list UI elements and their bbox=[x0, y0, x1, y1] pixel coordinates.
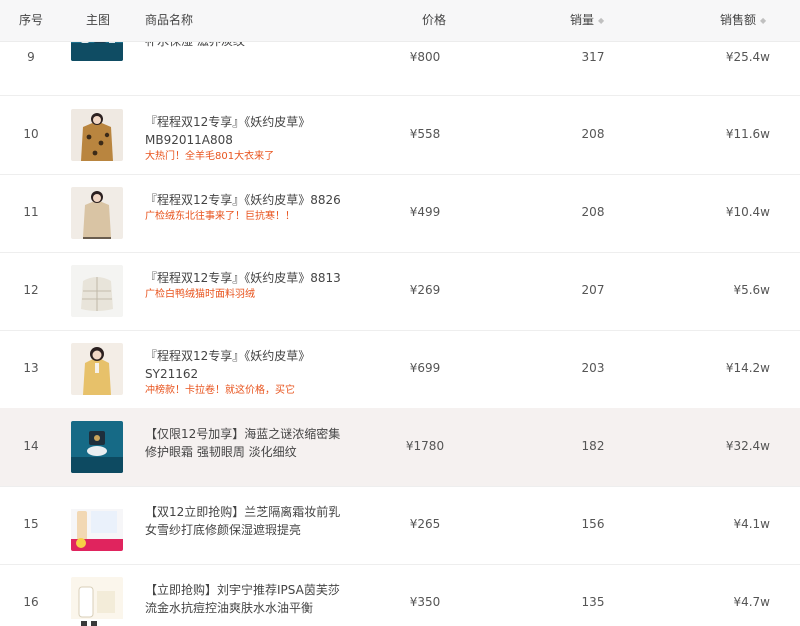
column-header-price: 价格 bbox=[422, 13, 447, 27]
product-name[interactable]: 【仅限12号加享】海蓝之谜浓缩密集修护眼霜 强韧眼周 淡化细纹 bbox=[145, 425, 350, 461]
product-revenue: ¥10.4w bbox=[725, 205, 770, 219]
product-title[interactable]: 【双12立即抢购】兰芝隔离霜妆前乳女雪纱打底修颜保湿遮瑕提亮 bbox=[145, 503, 350, 539]
product-sales: 182 bbox=[581, 439, 605, 453]
column-header-revenue-label: 销售额 bbox=[720, 13, 757, 27]
table-row[interactable]: 12 『程程双12专享』《妖约皮草》8813 广检白鸭绒猫时面料羽绒 ¥269 207 ¥… bbox=[0, 252, 800, 331]
column-header-index: 序号 bbox=[19, 13, 44, 27]
product-price: ¥499 bbox=[409, 205, 441, 219]
product-price: ¥269 bbox=[409, 283, 441, 297]
product-title[interactable]: 【立即抢购】刘宇宁推荐IPSA茵芙莎流金水抗痘控油爽肤水水油平衡 bbox=[145, 581, 350, 617]
product-sales: 208 bbox=[581, 205, 605, 219]
product-table-body: 9【仅限12号加享】海蓝之谜精华面霜 补水保湿 滋养淡纹¥800317¥25.4… bbox=[0, 0, 800, 626]
sort-icon[interactable]: ◆ bbox=[760, 16, 766, 25]
eye-cream-icon[interactable] bbox=[71, 421, 123, 473]
row-index: 12 bbox=[23, 283, 39, 297]
product-promo: 广检绒东北往事来了！巨抗寒！！ bbox=[145, 211, 295, 222]
product-sales: 207 bbox=[581, 283, 605, 297]
sort-icon[interactable]: ◆ bbox=[598, 16, 604, 25]
product-price: ¥558 bbox=[409, 127, 441, 141]
product-price: ¥350 bbox=[409, 595, 441, 609]
column-header-sales-label: 销量 bbox=[570, 13, 595, 27]
beige-coat-icon[interactable] bbox=[71, 187, 123, 239]
table-row[interactable]: 14 【仅限12号加享】海蓝之谜浓缩密集修护眼霜 强韧眼周 淡化细纹 ¥1780 18… bbox=[0, 408, 800, 487]
product-promo: 广检白鸭绒猫时面料羽绒 bbox=[145, 289, 255, 300]
column-header-revenue[interactable]: 销售额 ◆ bbox=[720, 0, 766, 41]
product-revenue: ¥4.1w bbox=[733, 517, 770, 531]
product-revenue: ¥11.6w bbox=[725, 127, 770, 141]
product-revenue: ¥4.7w bbox=[733, 595, 770, 609]
product-sales: 317 bbox=[581, 50, 605, 64]
product-title[interactable]: 【仅限12号加享】海蓝之谜浓缩密集修护眼霜 强韧眼周 淡化细纹 bbox=[145, 425, 350, 461]
white-jacket-icon[interactable] bbox=[71, 265, 123, 317]
product-title[interactable]: 『程程双12专享』《妖约皮草》8826 bbox=[145, 191, 350, 209]
product-name[interactable]: 『程程双12专享』《妖约皮草》8813 广检白鸭绒猫时面料羽绒 bbox=[145, 269, 350, 302]
product-price: ¥265 bbox=[409, 517, 441, 531]
row-index: 16 bbox=[23, 595, 39, 609]
product-title[interactable]: 『程程双12专享』《妖约皮草》MB92011A808 bbox=[145, 113, 350, 149]
product-sales: 208 bbox=[581, 127, 605, 141]
table-header: 序号 主图 商品名称 价格 销量 ◆ 销售额 ◆ bbox=[0, 0, 800, 42]
product-name[interactable]: 【立即抢购】刘宇宁推荐IPSA茵芙莎流金水抗痘控油爽肤水水油平衡 bbox=[145, 581, 350, 617]
row-index: 9 bbox=[27, 50, 35, 64]
table-row[interactable]: 10 『程程双12专享』《妖约皮草》MB92011A808 大热门！全羊毛801大衣… bbox=[0, 96, 800, 175]
table-row[interactable]: 15 【双12立即抢购】兰芝隔离霜妆前乳女雪纱打底修颜保湿遮瑕提亮 ¥265 156 ¥… bbox=[0, 486, 800, 565]
table-row[interactable]: 13 『程程双12专享』《妖约皮草》SY21162 冲榜款！卡拉卷！就这价格，买它 ¥… bbox=[0, 330, 800, 409]
laneige-icon[interactable] bbox=[71, 499, 123, 551]
table-row[interactable]: 11 『程程双12专享』《妖约皮草》8826 广检绒东北往事来了！巨抗寒！！ ¥499… bbox=[0, 174, 800, 253]
column-header-sales[interactable]: 销量 ◆ bbox=[570, 0, 604, 41]
column-header-name: 商品名称 bbox=[145, 13, 194, 27]
product-promo: 大热门！全羊毛801大衣来了 bbox=[145, 151, 275, 162]
product-title[interactable]: 『程程双12专享』《妖约皮草》SY21162 bbox=[145, 347, 350, 383]
product-name[interactable]: 『程程双12专享』《妖约皮草》MB92011A808 大热门！全羊毛801大衣来了 bbox=[145, 113, 350, 164]
product-revenue: ¥14.2w bbox=[725, 361, 770, 375]
product-price: ¥1780 bbox=[405, 439, 445, 453]
row-index: 14 bbox=[23, 439, 39, 453]
column-header-image: 主图 bbox=[86, 13, 111, 27]
product-promo: 冲榜款！卡拉卷！就这价格，买它 bbox=[145, 385, 295, 396]
product-price: ¥699 bbox=[409, 361, 441, 375]
yellow-coat-icon[interactable] bbox=[71, 343, 123, 395]
row-index: 15 bbox=[23, 517, 39, 531]
product-sales: 156 bbox=[581, 517, 605, 531]
product-name[interactable]: 『程程双12专享』《妖约皮草》SY21162 冲榜款！卡拉卷！就这价格，买它 bbox=[145, 347, 350, 398]
product-price: ¥800 bbox=[409, 50, 441, 64]
product-name[interactable]: 『程程双12专享』《妖约皮草》8826 广检绒东北往事来了！巨抗寒！！ bbox=[145, 191, 350, 224]
row-index: 10 bbox=[23, 127, 39, 141]
product-sales: 135 bbox=[581, 595, 605, 609]
product-name[interactable]: 【双12立即抢购】兰芝隔离霜妆前乳女雪纱打底修颜保湿遮瑕提亮 bbox=[145, 503, 350, 539]
product-revenue: ¥32.4w bbox=[725, 439, 770, 453]
row-index: 13 bbox=[23, 361, 39, 375]
table-row[interactable]: 16 【立即抢购】刘宇宁推荐IPSA茵芙莎流金水抗痘控油爽肤水水油平衡 ¥350 13… bbox=[0, 564, 800, 626]
product-revenue: ¥5.6w bbox=[733, 283, 770, 297]
product-revenue: ¥25.4w bbox=[725, 50, 770, 64]
row-index: 11 bbox=[23, 205, 39, 219]
leopard-coat-icon[interactable] bbox=[71, 109, 123, 161]
product-title[interactable]: 『程程双12专享』《妖约皮草》8813 bbox=[145, 269, 350, 287]
product-sales: 203 bbox=[581, 361, 605, 375]
ipsa-toner-icon[interactable] bbox=[71, 577, 123, 626]
